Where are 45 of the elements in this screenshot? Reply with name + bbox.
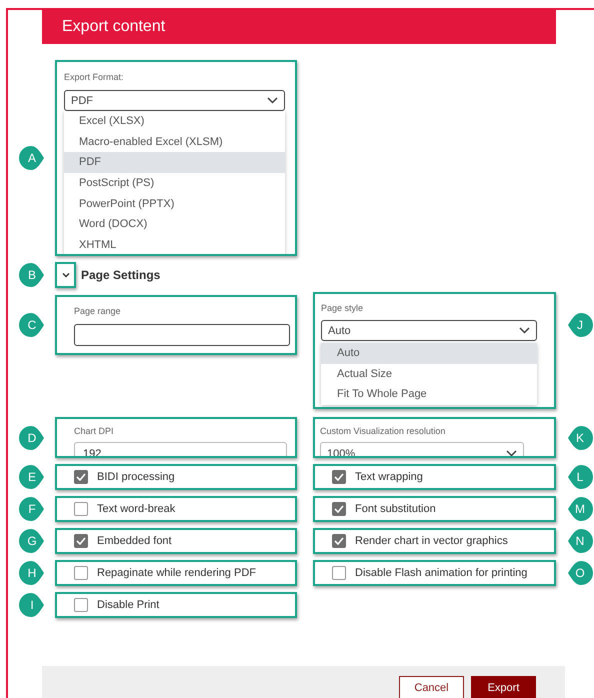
checkbox[interactable] bbox=[74, 598, 88, 612]
cancel-button[interactable]: Cancel bbox=[399, 676, 464, 698]
dropdown-option[interactable]: Actual Size bbox=[321, 364, 537, 384]
field-label: Page style bbox=[321, 303, 364, 313]
checkbox[interactable] bbox=[74, 566, 88, 580]
collapse-toggle[interactable] bbox=[55, 262, 76, 288]
dialog-title: Export content bbox=[42, 10, 556, 44]
checkbox-label: Disable Flash animation for printing bbox=[355, 567, 528, 579]
dropdown-option[interactable]: PDF bbox=[64, 152, 285, 173]
checkbox-label: Embedded font bbox=[97, 535, 172, 547]
chevron-down-icon bbox=[267, 97, 278, 104]
field-label: Export Format: bbox=[64, 72, 124, 82]
chevron-down-icon bbox=[519, 327, 530, 334]
checkbox[interactable] bbox=[332, 566, 346, 580]
dropdown-option[interactable]: XHTML bbox=[64, 234, 285, 254]
dropdown-option[interactable]: Auto bbox=[321, 343, 537, 364]
checkbox[interactable] bbox=[74, 502, 88, 516]
checkbox[interactable] bbox=[332, 534, 346, 548]
dropdown-option[interactable]: Word (DOCX) bbox=[64, 214, 285, 235]
checkbox[interactable] bbox=[74, 470, 88, 484]
checkbox-label: Text word-break bbox=[97, 503, 176, 515]
dropdown-option[interactable]: Macro-enabled Excel (XLSM) bbox=[64, 132, 285, 152]
checkbox[interactable] bbox=[74, 534, 88, 548]
checkbox-label: Font substitution bbox=[355, 503, 436, 515]
checkbox-label: BIDI processing bbox=[97, 471, 175, 483]
export-button[interactable]: Export bbox=[471, 676, 536, 698]
page-range-field[interactable] bbox=[74, 324, 290, 346]
checkbox[interactable] bbox=[332, 502, 346, 516]
dropdown[interactable]: PDF bbox=[64, 90, 285, 111]
chevron-down-icon bbox=[506, 450, 517, 456]
chevron-down-icon bbox=[62, 272, 70, 278]
checkbox-label: Repaginate while rendering PDF bbox=[97, 567, 256, 579]
dropdown-option[interactable]: PowerPoint (PPTX) bbox=[64, 193, 285, 214]
dropdown-option[interactable]: PostScript (PS) bbox=[64, 172, 285, 194]
dropdown[interactable]: Auto bbox=[321, 320, 537, 341]
field-label: Chart DPI bbox=[74, 426, 114, 436]
field-label: Page range bbox=[74, 306, 121, 316]
field-label: Custom Visualization resolution bbox=[320, 426, 446, 436]
checkbox-label: Text wrapping bbox=[355, 471, 423, 483]
dropdown-option[interactable]: Fit To Whole Page bbox=[321, 384, 537, 405]
checkbox-label: Render chart in vector graphics bbox=[355, 535, 508, 547]
dropdown-option[interactable]: Excel (XLSX) bbox=[64, 111, 285, 132]
checkbox-label: Disable Print bbox=[97, 599, 160, 611]
section-title: Page Settings bbox=[81, 268, 160, 282]
checkbox[interactable] bbox=[332, 470, 346, 484]
